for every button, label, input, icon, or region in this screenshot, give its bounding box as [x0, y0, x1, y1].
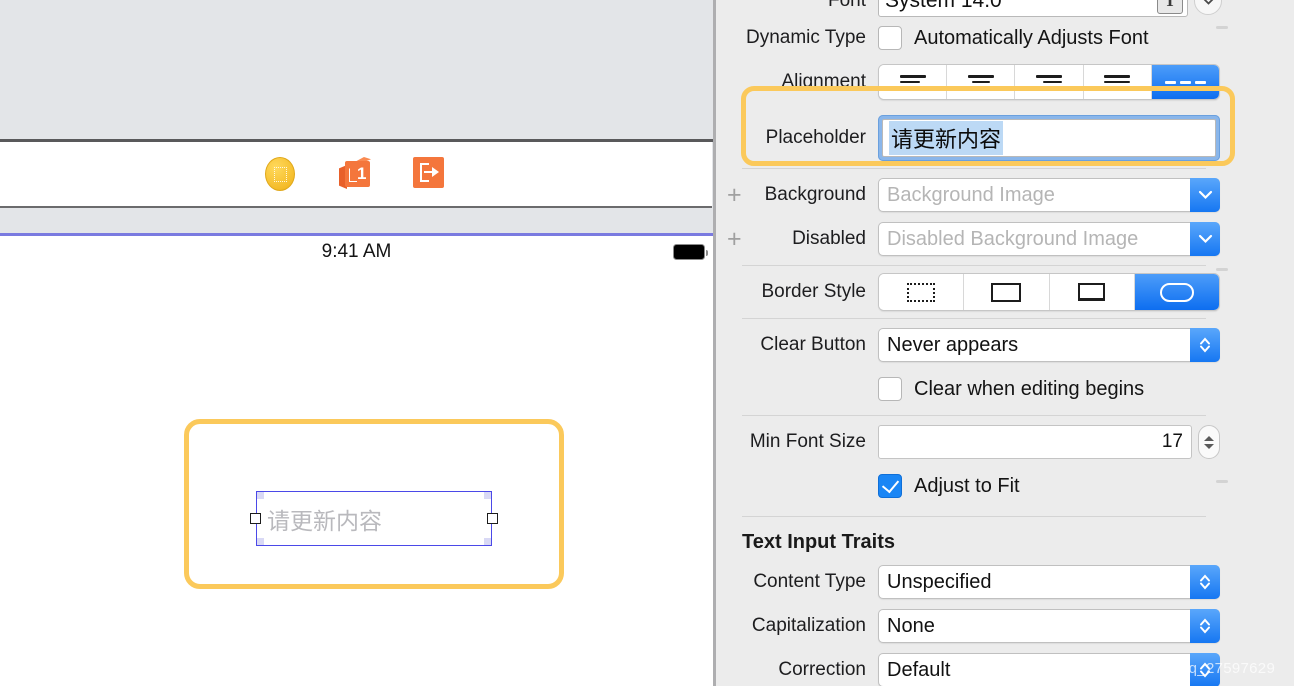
row-alignment[interactable]: Alignment [716, 60, 1232, 104]
clear-when-editing-label: Clear when editing begins [914, 377, 1145, 400]
capitalization-value: None [887, 614, 935, 637]
font-field[interactable]: System 14.0 T [878, 0, 1188, 17]
scene-dock[interactable]: 1 [0, 142, 712, 208]
first-responder-icon[interactable]: 1 [339, 157, 373, 191]
view-controller-icon[interactable] [265, 157, 299, 191]
stepper-chevrons-icon[interactable] [1190, 328, 1220, 362]
background-window[interactable]: 灰 e Pro 灰 灰 [1232, 0, 1294, 686]
chevron-down-icon[interactable] [1190, 178, 1220, 212]
correction-label: Correction [778, 659, 866, 680]
stepper-chevrons-icon[interactable] [1190, 565, 1220, 599]
adjust-to-fit-label: Adjust to Fit [914, 474, 1020, 497]
status-bar-time: 9:41 AM [321, 241, 392, 262]
min-font-size-stepper[interactable] [1198, 425, 1220, 459]
clear-when-editing-checkbox[interactable] [878, 377, 902, 401]
auto-adjusts-font-checkbox[interactable] [878, 26, 902, 50]
capitalization-select[interactable]: None [878, 609, 1220, 643]
border-style-option-bezel[interactable] [1049, 274, 1135, 310]
storyboard-canvas[interactable]: 1 9:41 AM 请更新内容 [0, 0, 713, 686]
screenshot-root: 灰 e Pro 灰 灰 1 [0, 0, 1294, 686]
resize-handle-right[interactable] [487, 513, 498, 524]
divider [742, 415, 1206, 416]
selection-corner [484, 492, 491, 499]
disabled-background-image-combobox[interactable]: Disabled Background Image [878, 222, 1220, 256]
scroll-tick [1216, 26, 1228, 29]
chevron-down-icon[interactable] [1194, 0, 1222, 15]
correction-value: Default [887, 658, 951, 681]
text-field-placeholder: 请更新内容 [267, 507, 382, 534]
border-style-option-line[interactable] [964, 274, 1050, 310]
placeholder-input[interactable]: 请更新内容 [878, 115, 1220, 161]
row-font[interactable]: Font System 14.0 T [716, 0, 1232, 17]
selection-corner [257, 492, 264, 499]
background-add-icon[interactable]: + [727, 183, 742, 208]
divider [742, 168, 1206, 169]
row-clear-when-editing[interactable]: Clear when editing begins [716, 367, 1232, 411]
divider [742, 265, 1206, 266]
alignment-option-natural[interactable] [1151, 65, 1219, 99]
selected-text-field-wrapper[interactable]: 请更新内容 [250, 491, 498, 546]
font-label: Font [827, 0, 866, 11]
row-min-font-size[interactable]: Min Font Size 17 [716, 420, 1232, 464]
capitalization-label: Capitalization [751, 615, 866, 636]
alignment-option-center[interactable] [947, 65, 1016, 99]
disabled-add-icon[interactable]: + [727, 227, 742, 252]
content-type-label: Content Type [753, 571, 866, 592]
clear-button-value: Never appears [887, 333, 1019, 356]
battery-full-icon [673, 244, 708, 260]
row-background[interactable]: + Background Background Image [716, 173, 1232, 217]
background-image-placeholder: Background Image [887, 183, 1055, 206]
content-type-select[interactable]: Unspecified [878, 565, 1220, 599]
selection-corner [257, 538, 264, 545]
row-adjust-to-fit[interactable]: Adjust to Fit [716, 464, 1232, 508]
clear-button-select[interactable]: Never appears [878, 328, 1220, 362]
border-style-label: Border Style [761, 281, 866, 302]
scroll-tick [1216, 268, 1228, 271]
content-type-value: Unspecified [887, 570, 992, 593]
row-capitalization[interactable]: Capitalization None [716, 604, 1232, 648]
min-font-size-label: Min Font Size [749, 431, 866, 452]
row-disabled[interactable]: + Disabled Disabled Background Image [716, 217, 1232, 261]
font-value: System 14.0 [885, 0, 1002, 12]
scene-dock-gap [0, 210, 713, 235]
row-border-style[interactable]: Border Style [716, 270, 1232, 314]
row-clear-button[interactable]: Clear Button Never appears [716, 323, 1232, 367]
border-style-segmented-control[interactable] [878, 273, 1220, 311]
divider [742, 318, 1206, 319]
border-style-option-none[interactable] [879, 274, 965, 310]
alignment-label: Alignment [781, 71, 867, 92]
row-dynamic-type[interactable]: Dynamic Type Automatically Adjusts Font [716, 16, 1232, 60]
alignment-segmented-control[interactable] [878, 64, 1220, 100]
dynamic-type-label: Dynamic Type [745, 27, 866, 48]
adjust-to-fit-checkbox[interactable] [878, 474, 902, 498]
attributes-inspector[interactable]: Font System 14.0 T Dynamic Type Automati… [716, 0, 1232, 686]
placeholder-input-value: 请更新内容 [889, 121, 1004, 155]
min-font-size-input[interactable]: 17 [878, 425, 1192, 459]
row-content-type[interactable]: Content Type Unspecified [716, 560, 1232, 604]
selection-corner [484, 538, 491, 545]
row-placeholder[interactable]: Placeholder 请更新内容 [716, 112, 1232, 164]
alignment-option-left[interactable] [879, 65, 948, 99]
text-field[interactable]: 请更新内容 [256, 491, 492, 546]
border-style-option-rounded-rect[interactable] [1134, 274, 1219, 310]
font-picker-button[interactable]: T [1157, 0, 1183, 14]
text-input-traits-title: Text Input Traits [742, 531, 895, 553]
device-status-bar: 9:41 AM [0, 236, 713, 268]
background-image-combobox[interactable]: Background Image [878, 178, 1220, 212]
auto-adjusts-font-label: Automatically Adjusts Font [914, 26, 1149, 49]
chevron-down-icon[interactable] [1190, 222, 1220, 256]
exit-segue-icon[interactable] [413, 157, 447, 191]
resize-handle-left[interactable] [250, 513, 261, 524]
scroll-tick [1216, 480, 1228, 483]
min-font-size-value: 17 [1161, 431, 1183, 452]
stepper-chevrons-icon[interactable] [1190, 609, 1220, 643]
alignment-option-justified[interactable] [1083, 65, 1152, 99]
disabled-background-image-placeholder: Disabled Background Image [887, 227, 1139, 250]
alignment-option-right[interactable] [1015, 65, 1084, 99]
placeholder-label: Placeholder [765, 127, 866, 148]
clear-button-label: Clear Button [760, 334, 866, 355]
watermark: https://blog.csdn.net/qq_27597629 [1035, 660, 1276, 677]
divider [742, 516, 1206, 517]
